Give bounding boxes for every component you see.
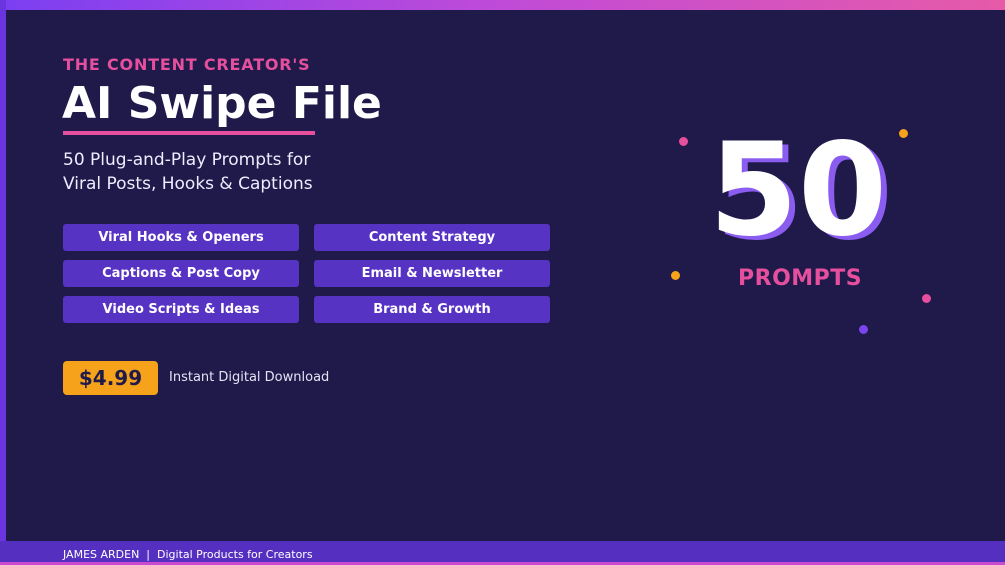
prompt-count: 50 [709,116,887,265]
category-tag-video-scripts: Video Scripts & Ideas [63,296,299,323]
top-accent-bar [0,0,1005,10]
category-tag-content-strategy: Content Strategy [314,224,550,251]
category-tag-email: Email & Newsletter [314,260,550,287]
prompts-label: PROMPTS [738,266,863,291]
price-badge: $4.99 [63,361,158,395]
subtitle-line-2: Viral Posts, Hooks & Captions [63,174,313,194]
subtitle-line-1: 50 Plug-and-Play Prompts for [63,150,311,170]
download-note: Instant Digital Download [169,370,330,385]
decorative-dot-orange [899,129,908,138]
decorative-dot-pink [922,294,931,303]
left-accent-bar [0,0,6,565]
category-tag-captions: Captions & Post Copy [63,260,299,287]
decorative-dot-orange [671,271,680,280]
subtitle: 50 Plug-and-Play Prompts for Viral Posts… [63,148,483,196]
category-tag-brand-growth: Brand & Growth [314,296,550,323]
eyebrow-label: THE CONTENT CREATOR'S [63,55,311,74]
footer-credit: JAMES ARDEN | Digital Products for Creat… [63,548,313,561]
decorative-dot-pink [679,137,688,146]
category-tag-viral-hooks: Viral Hooks & Openers [63,224,299,251]
page-title: AI Swipe File [62,78,382,129]
decorative-dot-purple [859,325,868,334]
title-underline [63,131,315,135]
prompt-count-hero: 50 50 [700,116,900,269]
